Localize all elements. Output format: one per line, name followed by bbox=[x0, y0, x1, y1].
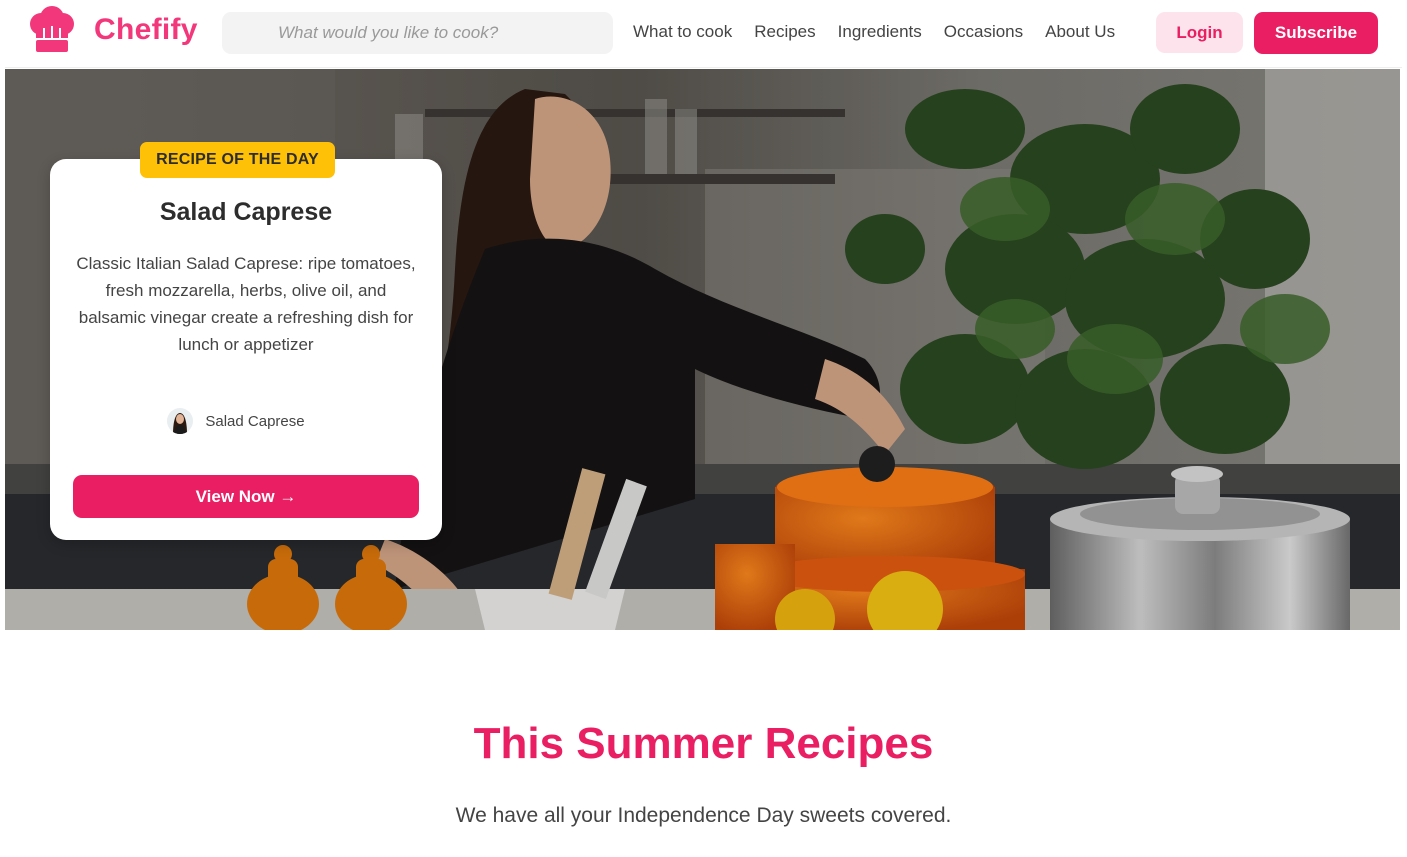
site-header: Chefify What to cook Recipes Ingredients… bbox=[5, 0, 1402, 68]
view-now-button[interactable]: View Now → bbox=[73, 475, 419, 518]
brand-logo[interactable]: Chefify bbox=[27, 6, 198, 54]
recipe-author: Salad Caprese bbox=[50, 408, 442, 434]
login-button[interactable]: Login bbox=[1156, 12, 1243, 53]
nav-ingredients[interactable]: Ingredients bbox=[838, 22, 922, 42]
avatar bbox=[167, 408, 194, 434]
subscribe-button[interactable]: Subscribe bbox=[1254, 12, 1378, 54]
recipe-title: Salad Caprese bbox=[159, 198, 333, 226]
section-subtitle: We have all your Independence Day sweets… bbox=[455, 804, 952, 827]
search-input[interactable] bbox=[222, 12, 613, 54]
recipe-description: Classic Italian Salad Caprese: ripe toma… bbox=[76, 254, 416, 354]
nav-what-to-cook[interactable]: What to cook bbox=[633, 22, 732, 42]
nav-about-us[interactable]: About Us bbox=[1045, 22, 1115, 42]
avatar-image bbox=[167, 408, 194, 434]
recipe-of-the-day-badge: RECIPE OF THE DAY bbox=[140, 142, 335, 178]
recipe-of-the-day-card: Salad Caprese Classic Italian Salad Capr… bbox=[50, 159, 442, 540]
main-nav: What to cook Recipes Ingredients Occasio… bbox=[633, 22, 1115, 42]
author-name: Salad Caprese bbox=[205, 412, 305, 430]
section-title: This Summer Recipes bbox=[473, 719, 934, 768]
brand-name: Chefify bbox=[94, 13, 198, 46]
nav-recipes[interactable]: Recipes bbox=[754, 22, 815, 42]
nav-occasions[interactable]: Occasions bbox=[944, 22, 1023, 42]
chef-hat-icon bbox=[30, 6, 74, 52]
